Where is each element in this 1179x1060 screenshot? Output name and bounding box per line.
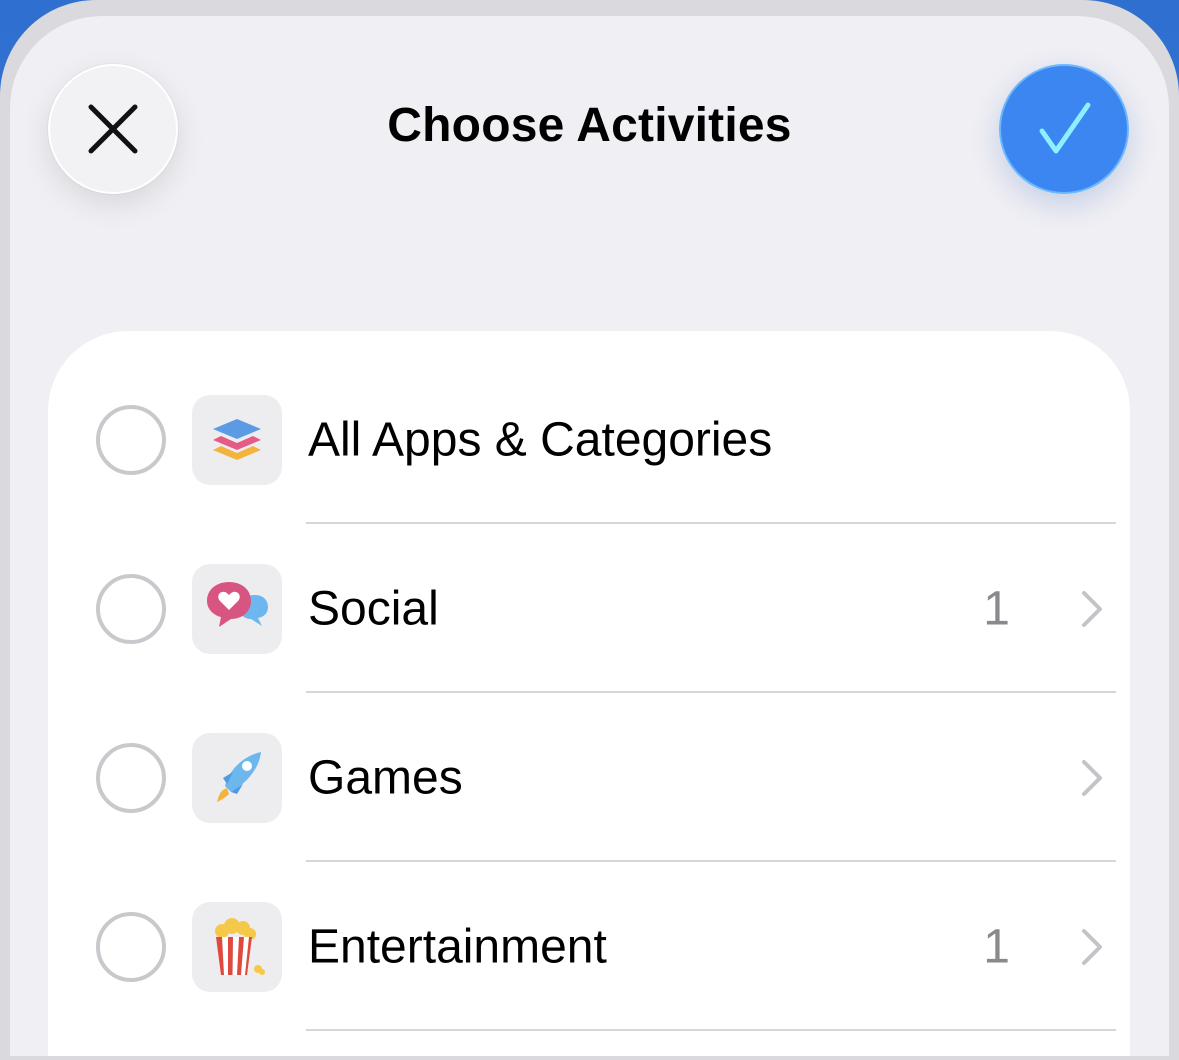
list-item-label: Social	[308, 582, 439, 635]
list-item-label: All Apps & Categories	[308, 413, 773, 466]
stack-icon	[213, 418, 261, 460]
list-item-social[interactable]: Social 1	[48, 524, 1130, 693]
chevron-right-icon	[1082, 928, 1102, 965]
popcorn-icon	[215, 917, 265, 975]
selection-radio[interactable]	[96, 404, 166, 475]
checkmark-icon	[1039, 102, 1091, 154]
list-item-label: Games	[308, 751, 463, 804]
list-item-label: Entertainment	[308, 920, 607, 973]
choose-activities-sheet: Choose Activities All Apps & Categories	[10, 16, 1169, 1056]
selection-radio[interactable]	[96, 911, 166, 982]
icon-tile	[192, 394, 282, 485]
chat-bubbles-heart-icon	[207, 581, 268, 627]
icon-tile	[192, 901, 282, 992]
list-item-entertainment[interactable]: Entertainment 1	[48, 862, 1130, 1031]
rocket-icon	[217, 751, 261, 802]
list-item-all-apps[interactable]: All Apps & Categories	[48, 355, 1130, 524]
selection-count: 1	[983, 582, 1010, 635]
confirm-button[interactable]	[999, 64, 1129, 194]
selection-radio[interactable]	[96, 573, 166, 644]
icon-tile	[192, 732, 282, 823]
activities-list: All Apps & Categories Social 1 Games Ent…	[48, 331, 1130, 1056]
page-title: Choose Activities	[387, 99, 792, 152]
selection-count: 1	[983, 920, 1010, 973]
row-divider	[306, 1029, 1116, 1031]
selection-radio[interactable]	[96, 742, 166, 813]
list-item-games[interactable]: Games	[48, 693, 1130, 862]
icon-tile	[192, 563, 282, 654]
chevron-right-icon	[1082, 590, 1102, 627]
chevron-right-icon	[1082, 759, 1102, 796]
